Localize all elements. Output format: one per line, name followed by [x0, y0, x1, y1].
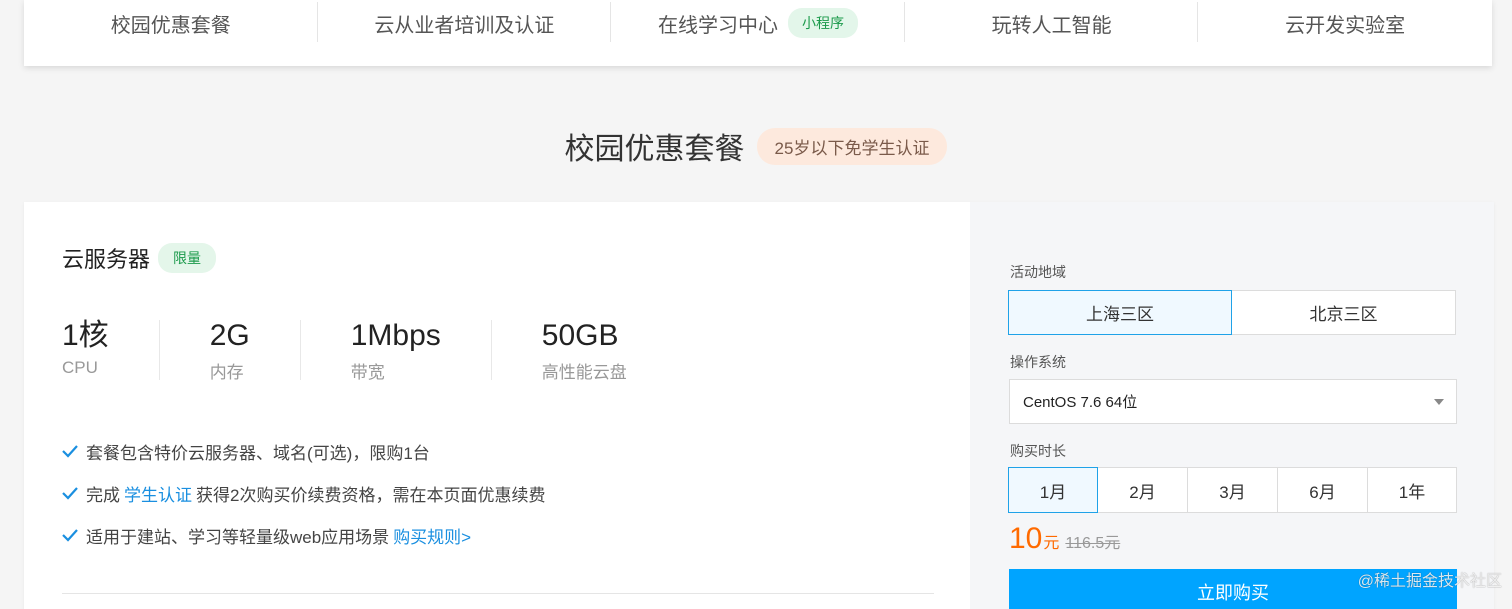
purchase-rules-link[interactable]: 购买规则> — [393, 523, 471, 548]
feature-list: 套餐包含特价云服务器、域名(可选)，限购1台 完成 学生认证 获得2次购买价续费… — [62, 430, 545, 556]
duration-option-1m[interactable]: 1月 — [1008, 467, 1098, 513]
check-icon — [62, 445, 78, 458]
duration-option-1y[interactable]: 1年 — [1367, 467, 1457, 513]
os-select[interactable]: CentOS 7.6 64位 — [1009, 379, 1457, 424]
spec-list: 1核 CPU 2G 内存 1Mbps 带宽 50GB 高性能云盘 — [62, 319, 727, 383]
feature-item: 适用于建站、学习等轻量级web应用场景 购买规则> — [62, 514, 545, 556]
spec-bandwidth: 1Mbps 带宽 — [350, 319, 492, 382]
feature-item: 套餐包含特价云服务器、域名(可选)，限购1台 — [62, 430, 545, 472]
region-label: 活动地域 — [1010, 264, 1066, 280]
feature-text: 适用于建站、学习等轻量级web应用场景 — [86, 527, 390, 547]
watermark: @稀土掘金技术社区 — [1357, 573, 1502, 590]
product-info: 云服务器 限量 1核 CPU 2G 内存 1Mbps 带宽 50GB 高性能云盘 — [24, 202, 970, 609]
nav-item-campus[interactable]: 校园优惠套餐 — [24, 0, 318, 46]
nav-item-dev-lab[interactable]: 云开发实验室 — [1198, 0, 1492, 46]
duration-selector: 1月 2月 3月 6月 1年 — [1008, 467, 1457, 513]
age-badge: 25岁以下免学生认证 — [756, 127, 948, 165]
spec-label: 内存 — [209, 363, 244, 382]
spec-value: 50GB — [541, 319, 619, 352]
region-option-shanghai[interactable]: 上海三区 — [1008, 290, 1232, 335]
check-icon — [62, 487, 78, 500]
spec-value: 1核 — [62, 319, 109, 352]
caret-down-icon — [1434, 399, 1444, 405]
spec-label: 高性能云盘 — [541, 363, 627, 382]
top-nav: 校园优惠套餐 云从业者培训及认证 在线学习中心 小程序 玩转人工智能 云开发实验室 — [24, 0, 1492, 66]
feature-text: 完成 — [86, 485, 120, 505]
spec-value: 1Mbps — [350, 319, 441, 352]
duration-option-6m[interactable]: 6月 — [1277, 467, 1368, 513]
feature-text: 获得2次购买价续费资格，需在本页面优惠续费 — [196, 485, 546, 505]
region-option-beijing[interactable]: 北京三区 — [1231, 290, 1456, 335]
feature-item: 完成 学生认证 获得2次购买价续费资格，需在本页面优惠续费 — [62, 472, 545, 514]
product-header: 云服务器 限量 — [62, 242, 217, 274]
spec-disk: 50GB 高性能云盘 — [541, 319, 677, 383]
section-header: 校园优惠套餐 25岁以下免学生认证 — [0, 124, 1512, 168]
nav-item-learning-center[interactable]: 在线学习中心 小程序 — [611, 0, 905, 46]
duration-label: 购买时长 — [1010, 443, 1066, 459]
original-price: 116.5元 — [1065, 535, 1121, 552]
spec-memory: 2G 内存 — [209, 319, 301, 382]
price-unit: 元 — [1043, 535, 1060, 552]
spec-label: 带宽 — [350, 363, 385, 382]
feature-text: 套餐包含特价云服务器、域名(可选)，限购1台 — [86, 443, 430, 463]
os-label: 操作系统 — [1010, 354, 1066, 370]
os-value: CentOS 7.6 64位 — [1023, 394, 1138, 411]
nav-item-label: 云从业者培训及认证 — [374, 14, 555, 37]
order-panel: 活动地域 上海三区 北京三区 操作系统 CentOS 7.6 64位 购买时长 … — [970, 202, 1494, 609]
nav-item-label: 在线学习中心 — [657, 14, 778, 37]
region-selector: 上海三区 北京三区 — [1008, 290, 1456, 335]
check-icon — [62, 529, 78, 542]
limited-badge: 限量 — [158, 243, 217, 273]
price-value: 10 — [1009, 522, 1043, 555]
spec-label: CPU — [62, 358, 98, 377]
student-auth-link[interactable]: 学生认证 — [124, 481, 192, 506]
section-title: 校园优惠套餐 — [564, 133, 745, 166]
product-card: 云服务器 限量 1核 CPU 2G 内存 1Mbps 带宽 50GB 高性能云盘 — [24, 202, 1494, 609]
duration-option-3m[interactable]: 3月 — [1187, 467, 1278, 513]
duration-option-2m[interactable]: 2月 — [1097, 467, 1188, 513]
spec-cpu: 1核 CPU — [62, 320, 160, 380]
spec-value: 2G — [209, 319, 250, 352]
product-name: 云服务器 — [62, 247, 151, 272]
nav-item-training[interactable]: 云从业者培训及认证 — [318, 0, 612, 46]
nav-item-label: 玩转人工智能 — [991, 14, 1112, 37]
nav-item-ai[interactable]: 玩转人工智能 — [905, 0, 1199, 46]
nav-item-label: 云开发实验室 — [1285, 14, 1406, 37]
divider — [62, 593, 934, 594]
mini-program-badge: 小程序 — [787, 8, 858, 38]
price: 10 元 116.5元 — [1009, 522, 1120, 556]
nav-item-label: 校园优惠套餐 — [110, 14, 231, 37]
